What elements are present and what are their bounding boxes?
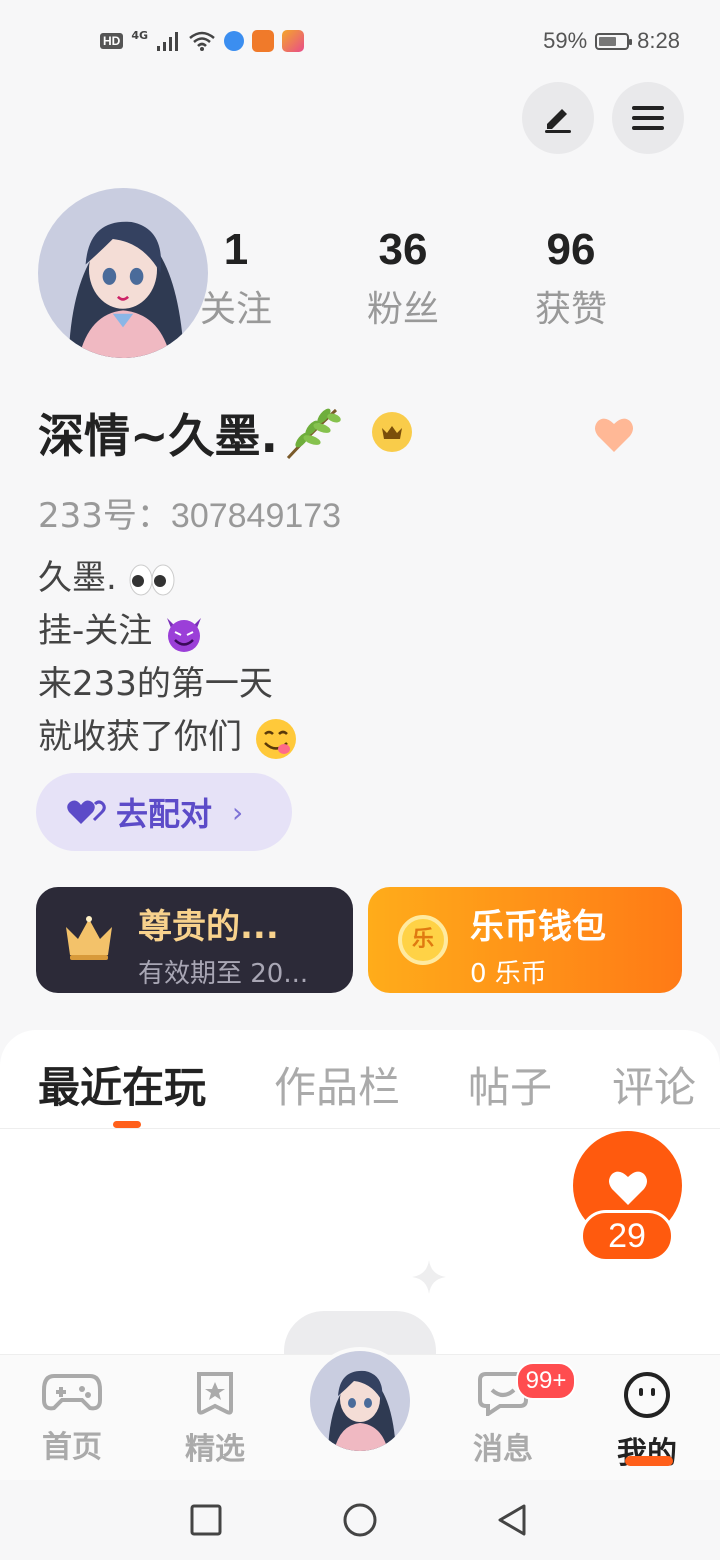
username-row: 深情~久墨.	[38, 400, 342, 466]
gamepad-icon	[42, 1374, 102, 1411]
sparkle-icon	[412, 1260, 446, 1294]
active-nav-underline	[625, 1456, 673, 1466]
anime-girl-avatar-image	[310, 1351, 410, 1451]
app-notify-icon-2	[252, 30, 275, 52]
match-button-label: 去配对	[116, 795, 213, 833]
home-circle-icon[interactable]	[342, 1502, 378, 1538]
yum-face-emoji-icon	[255, 718, 296, 759]
vip-card-title: 尊贵的...	[138, 907, 279, 947]
nav-featured[interactable]: 精选	[160, 1370, 270, 1468]
wifi-icon	[189, 31, 215, 51]
stat-number: 96	[546, 225, 596, 274]
nav-label: 消息	[473, 1432, 533, 1467]
tab-posts[interactable]: 帖子	[468, 1054, 552, 1115]
bio-line: 来233的第一天	[38, 664, 273, 704]
battery-percent: 59%	[543, 28, 588, 53]
vip-card-expiry: 有效期至 20...	[138, 959, 309, 989]
star-bookmark-icon	[197, 1372, 233, 1415]
bio-line: 就收获了你们	[38, 711, 299, 764]
stat-number: 1	[223, 225, 249, 274]
clock: 8:28	[637, 28, 680, 53]
app-notify-icon-1	[224, 31, 245, 51]
stat-number: 36	[378, 225, 428, 274]
bio-line: 挂-关注	[38, 605, 299, 658]
coin-balance: 0 乐币	[470, 959, 547, 989]
crown-icon	[382, 426, 402, 439]
nav-center-avatar[interactable]	[306, 1347, 414, 1455]
white-heart-icon	[609, 1171, 647, 1205]
heart-icon[interactable]	[592, 412, 636, 456]
smiley-icon	[624, 1372, 670, 1418]
status-bar: HD 4G 59% 8:28	[0, 0, 720, 84]
signal-icon	[157, 32, 179, 51]
battery-icon	[595, 32, 633, 50]
stat-following[interactable]: 1 关注	[176, 228, 296, 328]
menu-button[interactable]	[612, 82, 684, 154]
smiling-devil-emoji-icon	[167, 617, 202, 652]
network-type: 4G	[131, 28, 149, 42]
tab-works[interactable]: 作品栏	[274, 1054, 400, 1115]
stat-label: 粉丝	[366, 289, 439, 330]
stat-followers[interactable]: 36 粉丝	[343, 228, 463, 328]
status-right: 59% 8:28	[543, 28, 680, 54]
double-heart-icon	[67, 800, 106, 824]
bio-line: 久墨.	[38, 552, 299, 605]
recent-apps-icon[interactable]	[188, 1502, 224, 1538]
vip-crown-badge[interactable]	[372, 412, 412, 452]
vip-membership-card[interactable]: 尊贵的... 有效期至 20...	[36, 887, 353, 993]
stat-label: 获赞	[534, 289, 607, 330]
status-left: HD 4G	[100, 28, 305, 52]
user-id: 233号：307849173	[38, 488, 341, 537]
stat-label: 关注	[199, 289, 272, 330]
hd-badge: HD	[100, 33, 124, 49]
eyes-emoji-icon	[129, 564, 175, 595]
stat-likes[interactable]: 96 获赞	[511, 228, 631, 328]
user-id-value: 307849173	[170, 497, 342, 535]
system-nav-bar	[0, 1480, 720, 1560]
tab-divider	[0, 1128, 720, 1129]
coin-icon: 乐	[398, 915, 448, 965]
chevron-right-icon: ›	[232, 795, 244, 829]
username: 深情~久墨.	[38, 409, 279, 463]
message-badge: 99+	[516, 1362, 576, 1400]
nav-label: 精选	[185, 1432, 245, 1467]
hamburger-menu-icon	[632, 106, 664, 130]
user-id-label: 233号：	[38, 496, 171, 536]
leaf-emoji-icon	[286, 408, 341, 460]
tab-comments[interactable]: 评论	[612, 1054, 696, 1115]
tab-recent-play[interactable]: 最近在玩	[38, 1054, 206, 1115]
coin-card-title: 乐币钱包	[470, 907, 606, 947]
bio: 久墨. 挂-关注 来233的第一天 就收获了你们	[38, 552, 299, 764]
match-button[interactable]: 去配对 ›	[36, 773, 292, 851]
edit-profile-button[interactable]	[522, 82, 594, 154]
back-triangle-icon[interactable]	[494, 1502, 530, 1538]
app-notify-icon-3	[282, 30, 305, 52]
coin-wallet-card[interactable]: 乐 乐币钱包 0 乐币	[368, 887, 682, 993]
pencil-icon	[545, 109, 571, 133]
like-count: 29	[580, 1210, 674, 1262]
active-tab-indicator	[113, 1121, 141, 1128]
nav-home[interactable]: 首页	[17, 1370, 127, 1466]
nav-label: 首页	[42, 1430, 102, 1465]
gold-crown-icon	[66, 916, 112, 960]
